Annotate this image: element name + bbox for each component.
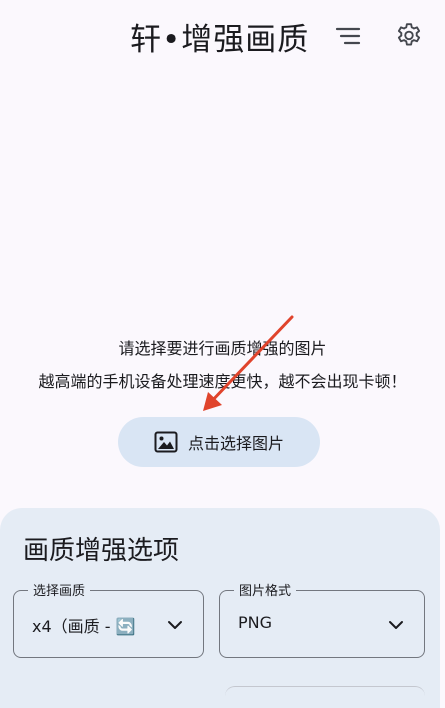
chevron-down-icon [168,621,182,629]
hint-text-select-image: 请选择要进行画质增强的图片 [118,339,327,358]
select-image-button[interactable]: 点击选择图片 [118,417,320,467]
select-image-label: 点击选择图片 [187,434,284,453]
settings-button[interactable] [389,16,429,56]
image-icon [154,431,178,453]
next-field-edge [225,686,425,707]
quality-select[interactable]: 选择画质 x4（画质 - 🔄 [13,580,204,658]
quality-select-value: x4（画质 - 🔄 [32,617,136,636]
format-select-label: 图片格式 [234,580,297,599]
format-select[interactable]: 图片格式 PNG [219,580,425,658]
app-title: 轩•增强画质 [130,22,310,58]
menu-button[interactable] [329,16,369,56]
enhance-options-panel: 画质增强选项 选择画质 x4（画质 - 🔄 图片格式 PNG [0,508,440,708]
chevron-down-icon [389,621,403,629]
quality-select-label: 选择画质 [28,580,91,599]
sort-lines-icon [335,27,361,45]
format-select-value: PNG [238,613,273,632]
top-app-bar: 轩•增强画质 [0,0,445,72]
gear-icon [397,23,421,46]
hint-text-device-performance: 越高端的手机设备处理速度更快，越不会出现卡顿！ [38,372,407,391]
options-title: 画质增强选项 [23,536,180,566]
annotation-arrow-icon [203,315,294,411]
